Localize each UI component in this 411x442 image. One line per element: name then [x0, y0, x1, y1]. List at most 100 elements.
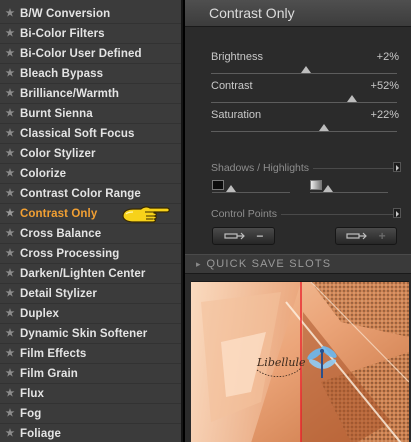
star-icon: ★: [5, 128, 15, 139]
shadows-highlights-label: Shadows / Highlights: [211, 162, 314, 174]
highlights-swatch: [310, 180, 322, 190]
filter-item-darken-lighten-center[interactable]: ★ Darken/Lighten Center: [0, 264, 181, 284]
shadows-slider-thumb[interactable]: [226, 185, 236, 192]
filter-item-film-effects[interactable]: ★ Film Effects: [0, 344, 181, 364]
star-icon: ★: [5, 268, 15, 279]
star-icon: ★: [5, 208, 15, 219]
filter-label: Classical Soft Focus: [20, 127, 135, 140]
brightness-slider[interactable]: [211, 66, 397, 74]
panel-header: Contrast Only: [185, 0, 411, 27]
filter-item-color-stylizer[interactable]: ★ Color Stylizer: [0, 144, 181, 164]
filter-item-bleach-bypass[interactable]: ★ Bleach Bypass: [0, 64, 181, 84]
panel-title: Contrast Only: [209, 5, 295, 21]
saturation-value: +22%: [370, 109, 399, 121]
star-icon: ★: [5, 228, 15, 239]
filter-item-cross-processing[interactable]: ★ Cross Processing: [0, 244, 181, 264]
star-icon: ★: [5, 108, 15, 119]
filter-label: Foliage: [20, 427, 61, 440]
star-icon: ★: [5, 48, 15, 59]
filter-item-contrast-color-range[interactable]: ★ Contrast Color Range: [0, 184, 181, 204]
quick-save-slots-toggle[interactable]: ▸ QUICK SAVE SLOTS: [185, 254, 411, 274]
star-icon: ★: [5, 88, 15, 99]
star-icon: ★: [5, 188, 15, 199]
filter-label: Contrast Only: [20, 207, 98, 220]
highlights-slider-thumb[interactable]: [323, 185, 333, 192]
brightness-slider-thumb[interactable]: [300, 66, 311, 73]
remove-control-point-button[interactable]: −: [212, 227, 275, 245]
brightness-label: Brightness: [211, 51, 263, 63]
star-icon: ★: [5, 68, 15, 79]
star-icon: ★: [5, 328, 15, 339]
saturation-slider-thumb[interactable]: [319, 124, 330, 131]
filter-item-cross-balance[interactable]: ★ Cross Balance: [0, 224, 181, 244]
filter-item-bi-color-filters[interactable]: ★ Bi-Color Filters: [0, 24, 181, 44]
plus-icon: +: [378, 229, 386, 243]
star-icon: ★: [5, 348, 15, 359]
filter-item-duplex[interactable]: ★ Duplex: [0, 304, 181, 324]
highlights-slider[interactable]: [310, 192, 388, 193]
star-icon: ★: [5, 288, 15, 299]
filter-item-film-grain[interactable]: ★ Film Grain: [0, 364, 181, 384]
filter-label: Cross Balance: [20, 227, 102, 240]
filter-label: Fog: [20, 407, 42, 420]
filter-label: B/W Conversion: [20, 7, 111, 20]
filter-item-detail-stylizer[interactable]: ★ Detail Stylizer: [0, 284, 181, 304]
filter-item-bw-conversion[interactable]: ★ B/W Conversion: [0, 4, 181, 24]
star-icon: ★: [5, 408, 15, 419]
filter-item-dynamic-skin-softener[interactable]: ★ Dynamic Skin Softener: [0, 324, 181, 344]
quick-save-slots-label: QUICK SAVE SLOTS: [206, 258, 332, 270]
filter-item-colorize[interactable]: ★ Colorize: [0, 164, 181, 184]
filter-label: Film Grain: [20, 367, 78, 380]
filter-settings-panel: Contrast Only Brightness +2% Contrast +5…: [185, 0, 411, 442]
minus-icon: −: [256, 229, 264, 243]
star-icon: ★: [5, 248, 15, 259]
control-point-tool-icon: [224, 232, 245, 240]
star-icon: ★: [5, 148, 15, 159]
shadows-swatch: [212, 180, 224, 190]
filter-label: Dynamic Skin Softener: [20, 327, 148, 340]
filter-item-brilliance-warmth[interactable]: ★ Brilliance/Warmth: [0, 84, 181, 104]
filter-item-fog[interactable]: ★ Fog: [0, 404, 181, 424]
filter-label: Darken/Lighten Center: [20, 267, 146, 280]
filter-label: Duplex: [20, 307, 59, 320]
filter-item-foliage[interactable]: ★ Foliage: [0, 424, 181, 442]
star-icon: ★: [5, 308, 15, 319]
filter-label: Color Stylizer: [20, 147, 96, 160]
filter-label: Cross Processing: [20, 247, 120, 260]
filter-label: Film Effects: [20, 347, 87, 360]
pointing-hand-icon: [122, 206, 170, 223]
star-icon: ★: [5, 428, 15, 439]
filter-label: Detail Stylizer: [20, 287, 97, 300]
control-points-section[interactable]: Control Points: [211, 208, 411, 220]
preview-artwork: Libellule: [191, 282, 409, 442]
preview-watermark: Libellule: [256, 356, 306, 369]
filter-label: Bleach Bypass: [20, 67, 104, 80]
filter-label: Brilliance/Warmth: [20, 87, 120, 100]
saturation-slider[interactable]: [211, 124, 397, 132]
filter-list: ★ B/W Conversion ★ Bi-Color Filters ★ Bi-Co…: [0, 0, 183, 442]
star-icon: ★: [5, 28, 15, 39]
filter-item-bi-color-user-defined[interactable]: ★ Bi-Color User Defined: [0, 44, 181, 64]
control-points-label: Control Points: [211, 208, 281, 220]
filter-item-classical-soft-focus[interactable]: ★ Classical Soft Focus: [0, 124, 181, 144]
control-point-tool-icon: [346, 232, 368, 240]
shadows-highlights-section[interactable]: Shadows / Highlights: [211, 162, 411, 174]
filter-item-flux[interactable]: ★ Flux: [0, 384, 181, 404]
contrast-slider[interactable]: [211, 95, 397, 103]
filter-label: Colorize: [20, 167, 67, 180]
preview-image: Libellule: [191, 281, 409, 442]
contrast-value: +52%: [370, 80, 399, 92]
add-control-point-button[interactable]: +: [335, 227, 397, 245]
saturation-label: Saturation: [211, 109, 262, 121]
expand-arrow-icon[interactable]: [393, 208, 401, 218]
star-icon: ★: [5, 368, 15, 379]
filter-label: Bi-Color User Defined: [20, 47, 142, 60]
filter-item-burnt-sienna[interactable]: ★ Burnt Sienna: [0, 104, 181, 124]
expand-arrow-icon[interactable]: [393, 162, 401, 172]
shadows-slider[interactable]: [212, 192, 290, 193]
star-icon: ★: [5, 388, 15, 399]
brightness-value: +2%: [376, 51, 399, 63]
contrast-slider-thumb[interactable]: [347, 95, 358, 102]
star-icon: ★: [5, 168, 15, 179]
chevron-right-icon: ▸: [196, 258, 201, 269]
